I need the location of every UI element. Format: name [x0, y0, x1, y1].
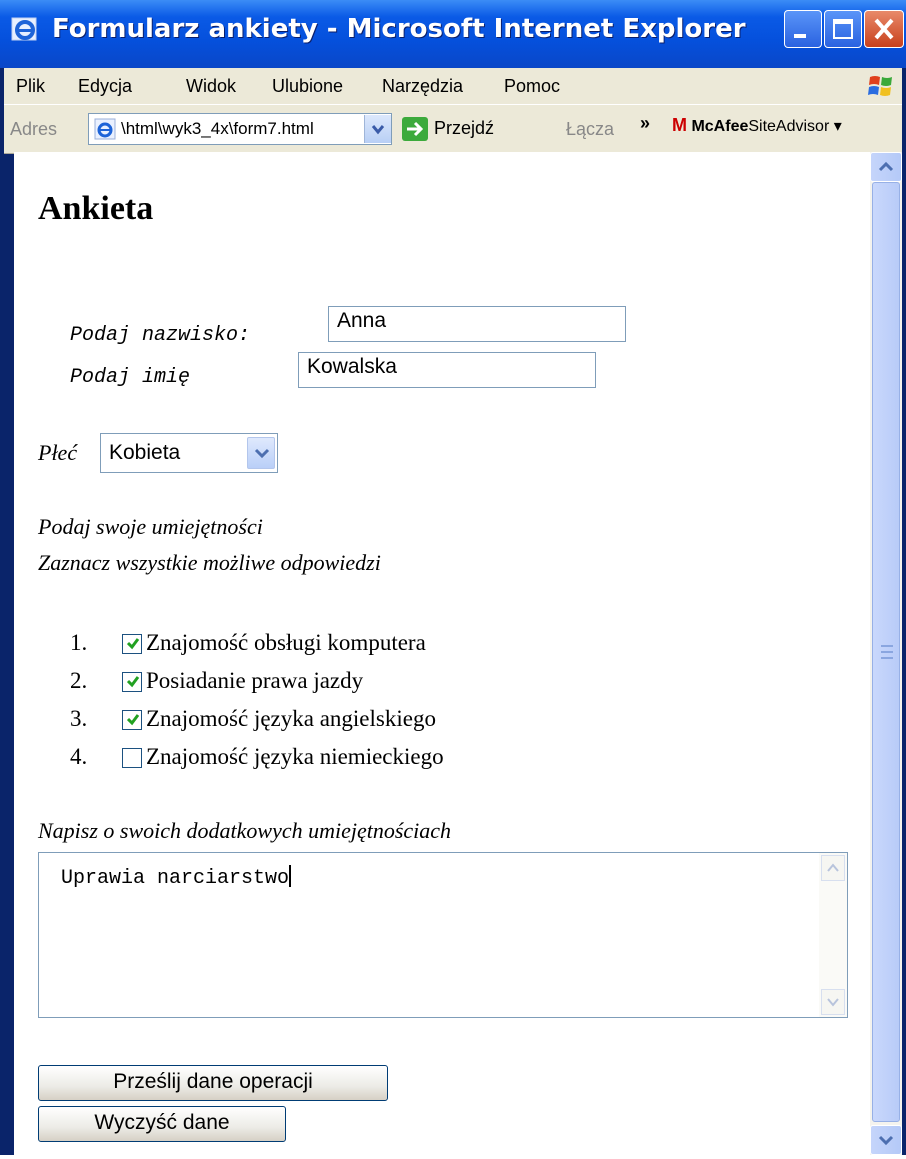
scroll-up-button[interactable] [821, 855, 845, 881]
close-button[interactable] [864, 10, 904, 48]
go-arrow-icon [402, 117, 428, 141]
address-field[interactable]: \html\wyk3_4x\form7.html [88, 113, 392, 145]
title-bar[interactable]: Formularz ankiety - Microsoft Internet E… [0, 0, 906, 68]
extra-skills-label: Napisz o swoich dodatkowych umiejętności… [38, 818, 452, 843]
window-title: Formularz ankiety - Microsoft Internet E… [52, 14, 746, 44]
links-label[interactable]: Łącza [566, 119, 614, 140]
name-input[interactable]: Kowalska [298, 352, 596, 388]
menu-bar: Plik Edycja Widok Ulubione Narzędzia Pom… [4, 68, 902, 104]
browser-window: Formularz ankiety - Microsoft Internet E… [0, 0, 906, 1155]
mcafee-product: SiteAdvisor [748, 118, 830, 135]
skill-label: Znajomość obsługi komputera [146, 630, 426, 655]
skill-checkbox-computer[interactable] [122, 634, 142, 654]
chevron-down-icon [254, 448, 270, 459]
item-number: 4. [70, 744, 88, 769]
mcafee-logo-icon: M [672, 115, 687, 135]
page-icon [94, 118, 116, 140]
skills-instruction: Zaznacz wszystkie możliwe odpowiedzi [38, 550, 381, 575]
skills-prompt: Podaj swoje umiejętności [38, 514, 263, 539]
windows-logo-icon [868, 76, 892, 96]
list-item: 1. Znajomość obsługi komputera [70, 626, 590, 660]
scroll-up-button[interactable] [870, 152, 902, 182]
address-value: \html\wyk3_4x\form7.html [121, 119, 314, 138]
skill-checkbox-german[interactable] [122, 748, 142, 768]
gender-value: Kobieta [109, 441, 181, 464]
skill-label: Posiadanie prawa jazdy [146, 668, 364, 693]
maximize-icon [833, 19, 853, 39]
textarea-scrollbar[interactable] [819, 853, 847, 1017]
address-dropdown-button[interactable] [364, 115, 391, 143]
menu-plik[interactable]: Plik [16, 76, 45, 97]
page-heading: Ankieta [38, 190, 154, 227]
text-caret [289, 865, 292, 887]
name-label: Podaj imię [70, 366, 191, 389]
chevron-up-icon [878, 161, 894, 172]
minimize-icon [794, 34, 806, 38]
minimize-button[interactable] [784, 10, 822, 48]
skill-checkbox-driving[interactable] [122, 672, 142, 692]
close-icon [874, 18, 894, 40]
toolbar-chevron[interactable]: » [640, 113, 650, 134]
scroll-down-button[interactable] [870, 1125, 902, 1155]
go-label: Przejdź [434, 118, 495, 138]
address-label: Adres [10, 119, 58, 139]
menu-pomoc[interactable]: Pomoc [504, 76, 560, 97]
checkmark-icon [126, 714, 140, 726]
submit-button[interactable]: Prześlij dane operacji [38, 1065, 388, 1101]
chevron-down-icon [827, 998, 839, 1007]
extra-skills-textarea[interactable]: Uprawia narciarstwo [38, 852, 848, 1018]
item-number: 3. [70, 706, 88, 731]
list-item: 2. Posiadanie prawa jazdy [70, 664, 590, 698]
mcafee-dropdown-icon: ▾ [833, 118, 842, 135]
reset-button[interactable]: Wyczyść dane [38, 1106, 286, 1142]
textarea-content: Uprawia narciarstwo [61, 865, 292, 890]
internet-explorer-icon [11, 17, 37, 41]
skill-label: Znajomość języka angielskiego [146, 706, 436, 731]
page-scrollbar[interactable] [870, 152, 902, 1155]
list-item: 3. Znajomość języka angielskiego [70, 702, 590, 736]
go-button[interactable]: Przejdź [402, 115, 542, 143]
chevron-down-icon [371, 125, 385, 135]
menu-narzedzia[interactable]: Narzędzia [382, 76, 463, 97]
skill-checkbox-english[interactable] [122, 710, 142, 730]
skill-label: Znajomość języka niemieckiego [146, 744, 444, 769]
item-number: 1. [70, 630, 88, 655]
scrollbar-thumb[interactable] [872, 182, 900, 1122]
gender-select[interactable]: Kobieta [100, 433, 278, 473]
surname-input[interactable]: Anna [328, 306, 626, 342]
grip-icon [881, 645, 893, 659]
page-content: Ankieta Podaj nazwisko: Anna Podaj imię … [14, 152, 870, 1155]
mcafee-brand: McAfee [691, 118, 749, 135]
mcafee-siteadvisor-button[interactable]: M McAfeeSiteAdvisor ▾ [672, 115, 896, 143]
gender-label: Płeć [38, 440, 78, 465]
list-item: 4. Znajomość języka niemieckiego [70, 740, 590, 774]
menu-ulubione[interactable]: Ulubione [272, 76, 343, 97]
chevron-down-icon [878, 1135, 894, 1146]
address-toolbar: Adres \html\wyk3_4x\form7.html Przejdź Ł… [4, 104, 902, 154]
scroll-down-button[interactable] [821, 989, 845, 1015]
chevron-up-icon [827, 863, 839, 872]
maximize-button[interactable] [824, 10, 862, 48]
checkmark-icon [126, 638, 140, 650]
menu-edycja[interactable]: Edycja [78, 76, 132, 97]
gender-dropdown-button[interactable] [247, 437, 275, 469]
surname-label: Podaj nazwisko: [70, 324, 251, 347]
checkmark-icon [126, 676, 140, 688]
menu-widok[interactable]: Widok [186, 76, 236, 97]
item-number: 2. [70, 668, 88, 693]
